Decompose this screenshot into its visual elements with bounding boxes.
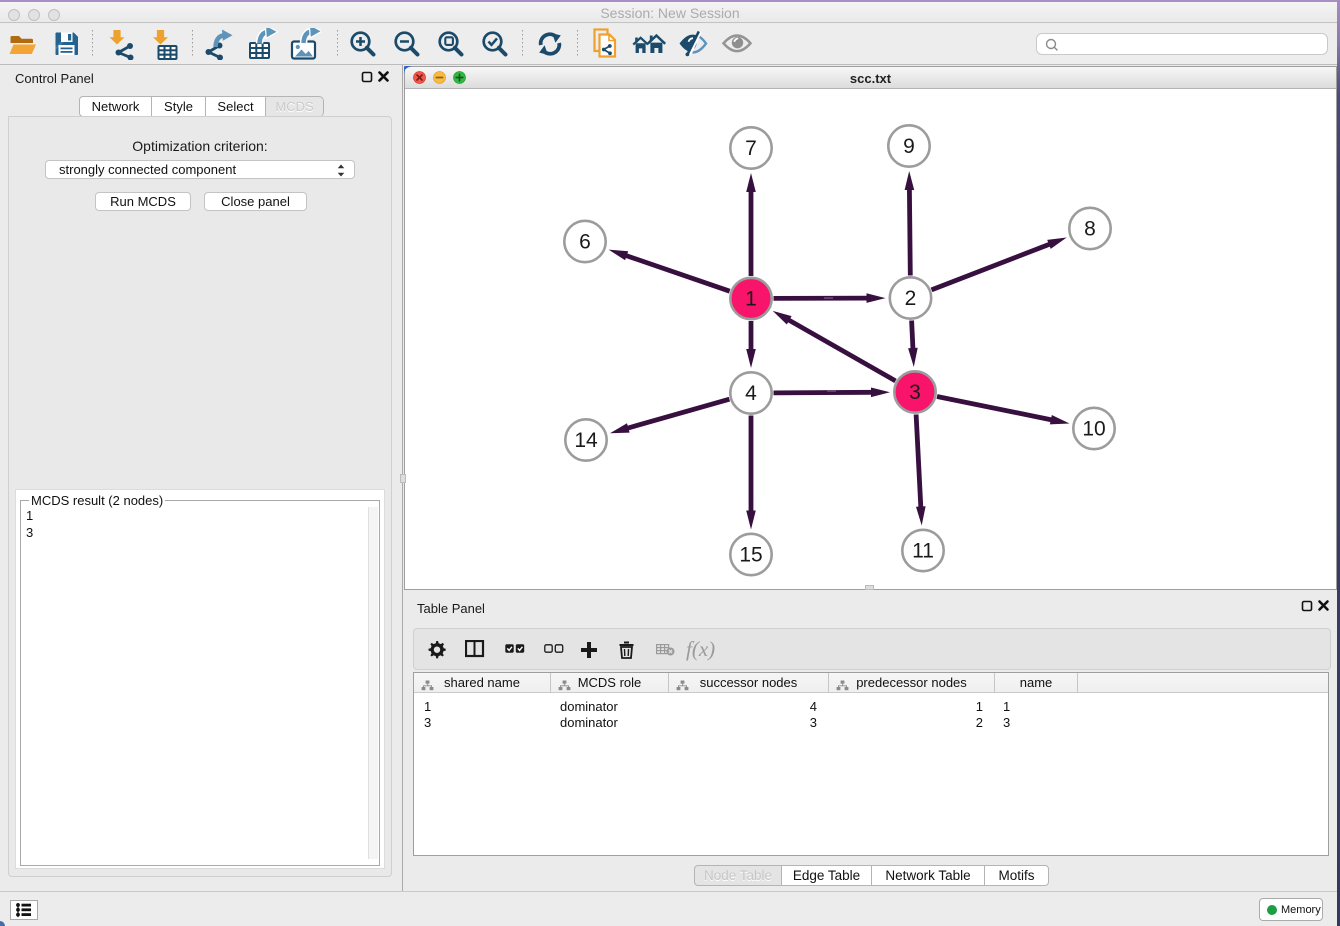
svg-text:2: 2 [905, 287, 917, 310]
svg-text:8: 8 [1084, 218, 1096, 241]
svg-text:9: 9 [903, 135, 915, 158]
svg-text:10: 10 [1082, 418, 1105, 441]
svg-text:7: 7 [745, 137, 757, 160]
svg-text:4: 4 [745, 382, 757, 405]
svg-text:3: 3 [909, 381, 921, 404]
svg-text:15: 15 [739, 544, 762, 567]
svg-text:11: 11 [912, 540, 934, 563]
svg-text:1: 1 [745, 288, 757, 311]
svg-text:6: 6 [579, 231, 591, 254]
svg-text:14: 14 [574, 429, 598, 452]
